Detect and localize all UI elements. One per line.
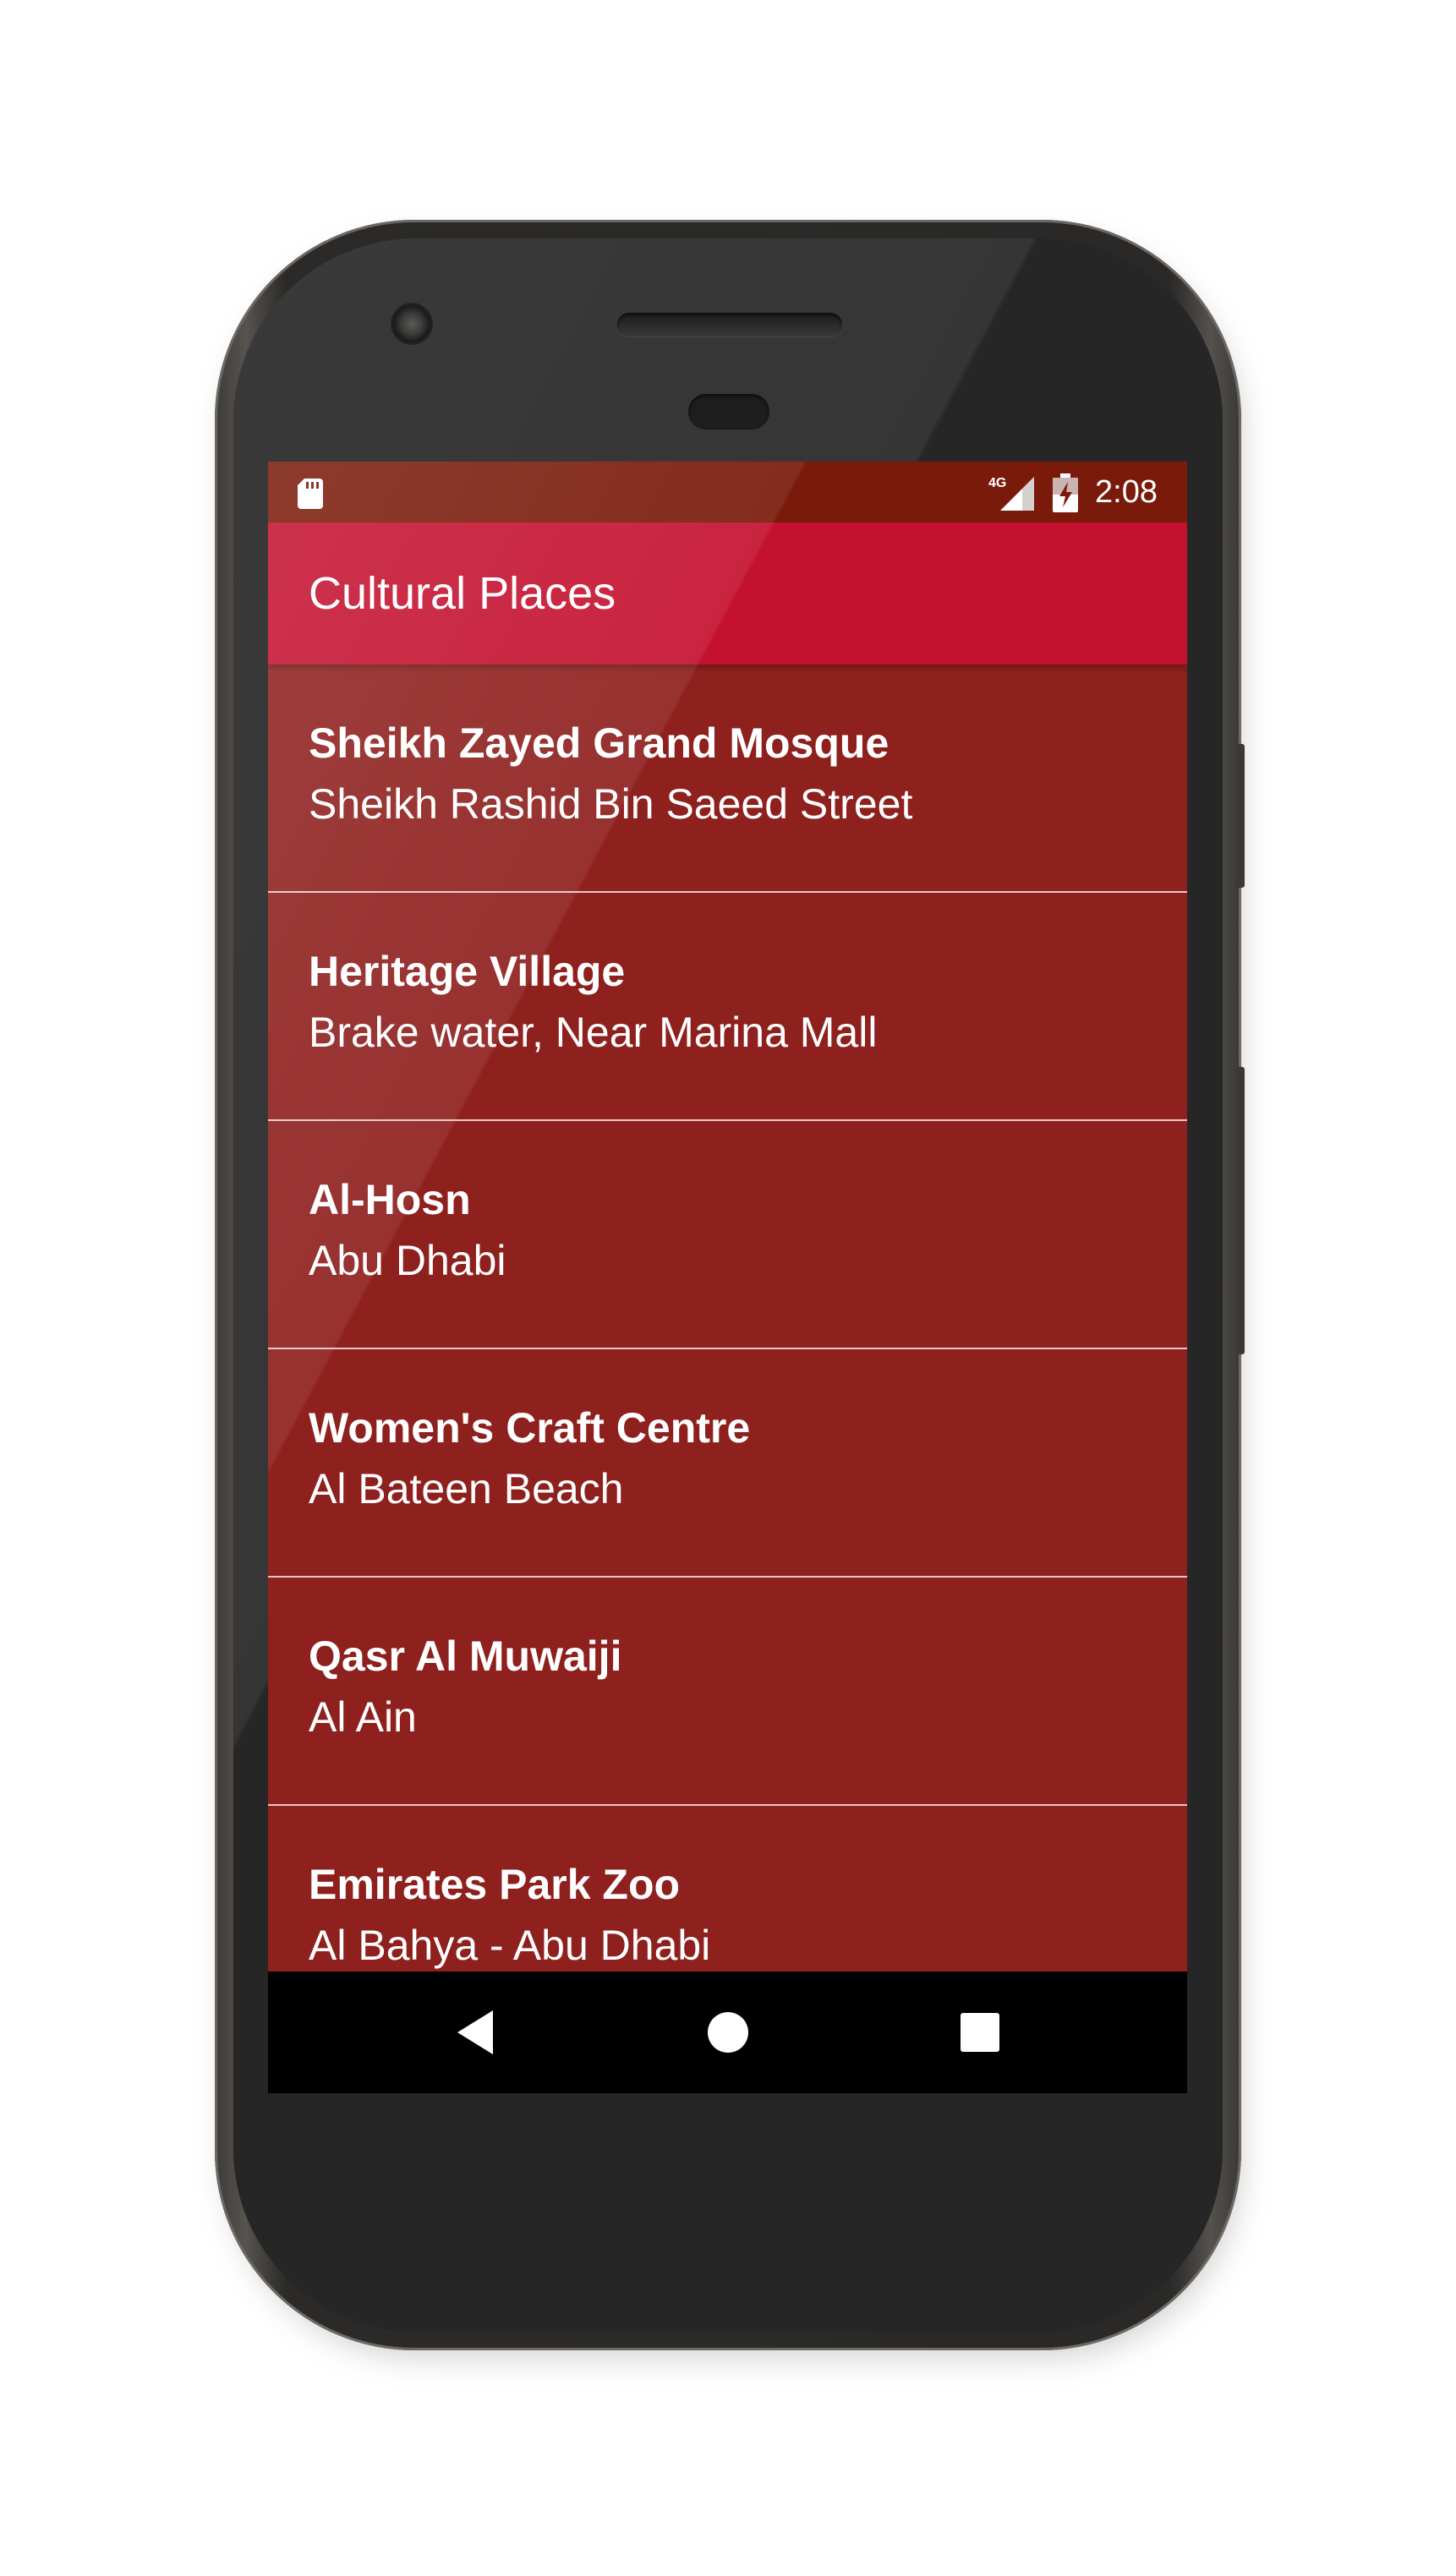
place-name: Qasr Al Muwaiji (309, 1633, 622, 1680)
proximity-sensor (688, 394, 769, 429)
home-icon (708, 2012, 748, 2053)
list-item[interactable]: Heritage Village Brake water, Near Marin… (268, 893, 1187, 1121)
network-label: 4G (988, 476, 1006, 490)
back-icon (457, 2010, 493, 2054)
status-bar: 4G 2:08 (268, 462, 1187, 522)
place-address: Al Bateen Beach (309, 1465, 624, 1512)
list-item[interactable]: Women's Craft Centre Al Bateen Beach (268, 1349, 1187, 1578)
nav-back-button[interactable] (447, 2002, 508, 2063)
place-name: Al-Hosn (309, 1176, 471, 1223)
place-address: Sheikh Rashid Bin Saeed Street (309, 780, 913, 828)
nav-recents-button[interactable] (950, 2002, 1010, 2063)
nav-home-button[interactable] (698, 2002, 758, 2063)
list-item[interactable]: Qasr Al Muwaiji Al Ain (268, 1578, 1187, 1806)
place-address: Abu Dhabi (309, 1237, 506, 1284)
device-mockup: 4G 2:08 Cultural Places Sheikh Zayed Gra… (0, 0, 1456, 2576)
battery-charging-icon (1053, 473, 1078, 512)
list-item[interactable]: Sheikh Zayed Grand Mosque Sheikh Rashid … (268, 665, 1187, 893)
place-name: Women's Craft Centre (309, 1404, 751, 1452)
front-camera (391, 303, 433, 345)
volume-button (1236, 1067, 1245, 1354)
place-name: Sheikh Zayed Grand Mosque (309, 719, 889, 767)
recents-icon (961, 2013, 999, 2052)
system-nav-bar (268, 1972, 1187, 2093)
status-clock: 2:08 (1095, 474, 1158, 510)
place-name: Emirates Park Zoo (309, 1861, 681, 1908)
app-screen: 4G 2:08 Cultural Places Sheikh Zayed Gra… (268, 462, 1187, 2093)
app-title: Cultural Places (309, 568, 616, 619)
place-address: Al Bahya - Abu Dhabi (309, 1922, 711, 1969)
sd-card-icon (298, 479, 323, 509)
place-name: Heritage Village (309, 948, 626, 995)
list-item[interactable]: Emirates Park Zoo Al Bahya - Abu Dhabi (268, 1806, 1187, 1972)
app-toolbar: Cultural Places (268, 522, 1187, 665)
signal-4g-icon: 4G (988, 476, 1034, 511)
place-address: Brake water, Near Marina Mall (309, 1009, 878, 1056)
earpiece-speaker (617, 313, 842, 336)
places-list[interactable]: Sheikh Zayed Grand Mosque Sheikh Rashid … (268, 665, 1187, 1972)
place-address: Al Ain (309, 1693, 417, 1741)
list-item[interactable]: Al-Hosn Abu Dhabi (268, 1121, 1187, 1349)
power-button (1236, 744, 1245, 888)
